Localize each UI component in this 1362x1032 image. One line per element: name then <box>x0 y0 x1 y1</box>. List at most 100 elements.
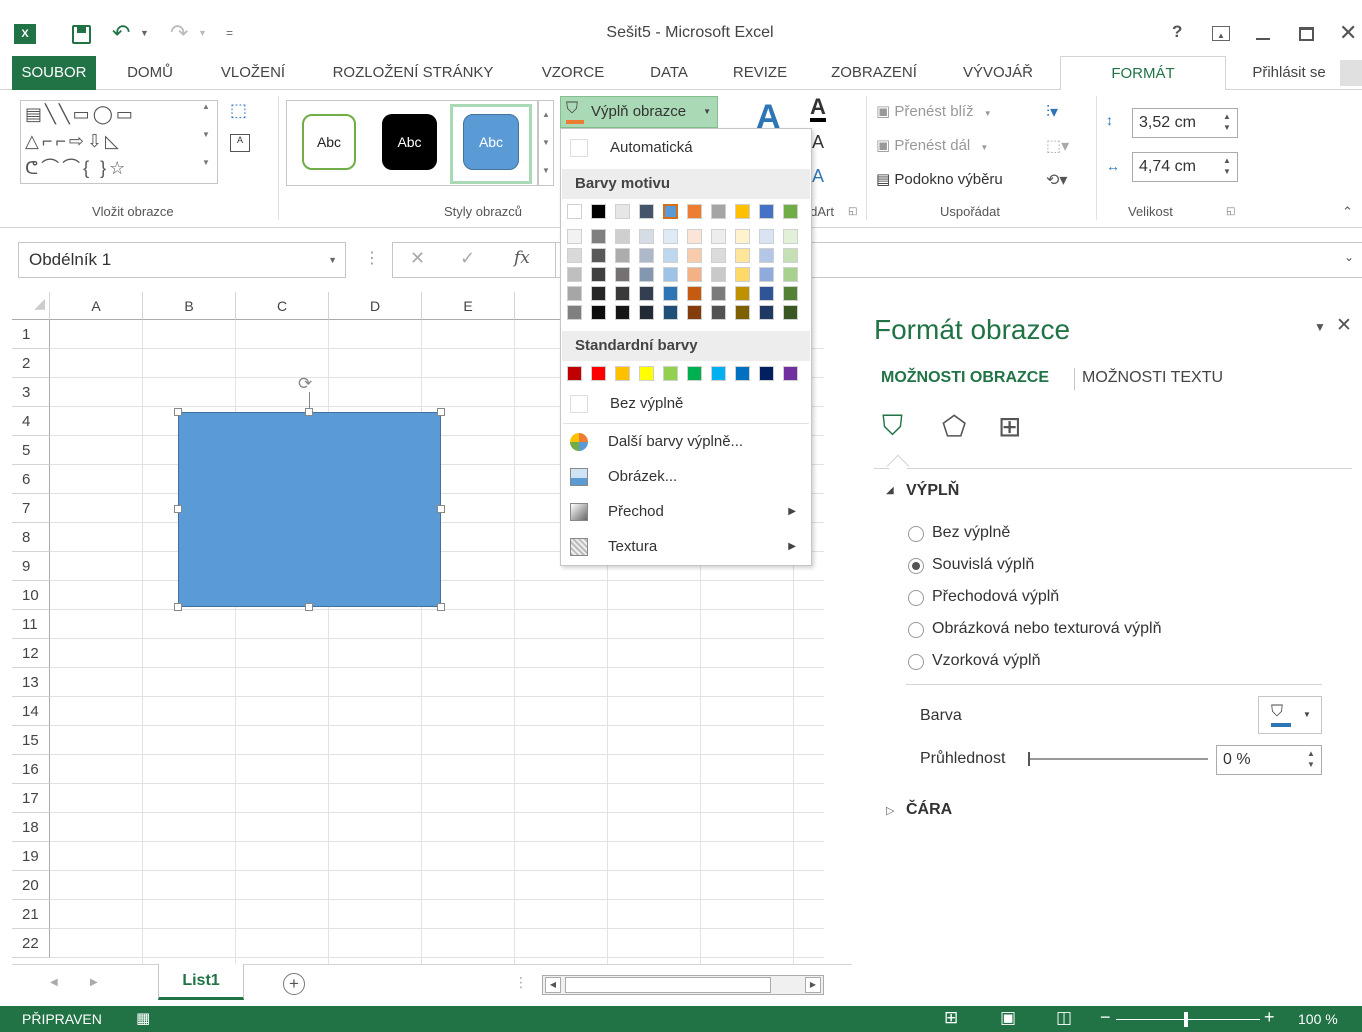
color-swatch[interactable] <box>759 248 774 263</box>
horizontal-scroll-thumb[interactable] <box>565 977 771 993</box>
transparency-input[interactable]: 0 % ▲ ▼ <box>1216 745 1322 775</box>
color-swatch[interactable] <box>639 248 654 263</box>
cancel-icon[interactable]: ✕ <box>410 248 425 269</box>
menu-item-no-fill[interactable]: Bez výplně <box>562 387 810 421</box>
row-header[interactable]: 15 <box>12 726 50 755</box>
radio-pattern-fill[interactable] <box>908 654 924 670</box>
color-swatch[interactable] <box>662 203 679 220</box>
macro-recording-icon[interactable]: ▦ <box>136 1009 150 1027</box>
color-swatch[interactable] <box>735 305 750 320</box>
color-swatch[interactable] <box>663 229 678 244</box>
color-swatch[interactable] <box>615 204 630 219</box>
row-header[interactable]: 18 <box>12 813 50 842</box>
row-header[interactable]: 7 <box>12 494 50 523</box>
select-all-corner[interactable]: ◢ <box>12 292 50 320</box>
color-swatch[interactable] <box>759 305 774 320</box>
tab-home[interactable]: DOMŮ <box>110 56 190 90</box>
close-icon[interactable]: ✕ <box>1339 20 1357 46</box>
user-avatar[interactable] <box>1340 60 1362 86</box>
tab-review[interactable]: REVIZE <box>720 56 800 90</box>
row-header[interactable]: 9 <box>12 552 50 581</box>
tab-format[interactable]: FORMÁT <box>1060 56 1226 91</box>
column-header[interactable]: D <box>329 292 422 320</box>
transparency-slider[interactable] <box>1028 752 1208 766</box>
menu-item-automatic[interactable]: Automatická <box>562 131 810 165</box>
menu-item-texture[interactable]: Textura ▶ <box>562 530 810 564</box>
selection-pane-button[interactable]: ▤ Podokno výběru <box>876 170 1003 188</box>
zoom-slider[interactable] <box>1116 1012 1260 1027</box>
effects-icon[interactable]: ⬠ <box>942 410 966 443</box>
radio-no-fill-label[interactable]: Bez výplně <box>932 524 1010 542</box>
normal-view-icon[interactable]: ⊞ <box>944 1008 958 1028</box>
color-swatch[interactable] <box>615 305 630 320</box>
resize-handle[interactable] <box>437 603 445 611</box>
formula-bar-dots-icon[interactable]: ⋮ <box>364 248 380 268</box>
color-swatch[interactable] <box>639 267 654 282</box>
dialog-launcher-icon[interactable]: ◱ <box>1226 206 1235 217</box>
align-icon[interactable]: ⫶▾ <box>1046 102 1058 122</box>
row-header[interactable]: 4 <box>12 407 50 436</box>
color-swatch[interactable] <box>711 229 726 244</box>
sign-in-link[interactable]: Přihlásit se <box>1238 56 1340 90</box>
prev-sheet-icon[interactable]: ◀ <box>50 977 58 988</box>
dialog-launcher-icon[interactable]: ◱ <box>848 206 857 217</box>
pane-close-icon[interactable]: ✕ <box>1336 314 1352 337</box>
tab-formulas[interactable]: VZORCE <box>528 56 618 90</box>
zoom-in-icon[interactable]: + <box>1264 1007 1275 1028</box>
color-swatch[interactable] <box>687 229 702 244</box>
text-effects-icon[interactable]: A <box>812 166 824 187</box>
rectangle-shape[interactable] <box>178 412 441 607</box>
rotate-handle-icon[interactable]: ⟳ <box>298 374 312 394</box>
color-swatch[interactable] <box>567 204 582 219</box>
style-thumb-outline[interactable]: Abc <box>302 114 356 170</box>
column-header[interactable]: C <box>236 292 329 320</box>
row-header[interactable]: 19 <box>12 842 50 871</box>
text-box-icon[interactable]: A <box>230 134 250 152</box>
width-spinner-icon[interactable]: ▲ ▼ <box>1221 155 1233 177</box>
color-swatch[interactable] <box>615 366 630 381</box>
color-swatch[interactable] <box>567 248 582 263</box>
color-swatch[interactable] <box>591 229 606 244</box>
fill-color-picker-button[interactable]: ⛉ ▼ <box>1258 696 1322 734</box>
redo-dropdown-icon[interactable]: ▼ <box>198 28 207 38</box>
column-header[interactable]: A <box>50 292 143 320</box>
radio-pattern-fill-label[interactable]: Vzorková výplň <box>932 652 1041 670</box>
color-swatch[interactable] <box>711 248 726 263</box>
tab-page-layout[interactable]: ROZLOŽENÍ STRÁNKY <box>318 56 508 90</box>
radio-picture-fill-label[interactable]: Obrázková nebo texturová výplň <box>932 620 1161 638</box>
tab-file[interactable]: SOUBOR <box>12 56 96 90</box>
color-swatch[interactable] <box>711 366 726 381</box>
column-header[interactable]: B <box>143 292 236 320</box>
tab-shape-options[interactable]: MOŽNOSTI OBRAZCE <box>881 369 1049 387</box>
text-color-icon[interactable]: A <box>810 96 826 122</box>
next-sheet-icon[interactable]: ▶ <box>90 977 98 988</box>
sheet-tab-list1[interactable]: List1 <box>158 964 244 1000</box>
color-swatch[interactable] <box>759 366 774 381</box>
color-swatch[interactable] <box>591 366 606 381</box>
color-swatch[interactable] <box>735 204 750 219</box>
page-layout-view-icon[interactable]: ▣ <box>1000 1008 1016 1028</box>
styles-scroll-icon[interactable]: ▲ ▼ ▼ <box>538 100 554 186</box>
radio-gradient-fill-label[interactable]: Přechodová výplň <box>932 588 1059 606</box>
pane-options-icon[interactable]: ▼ <box>1314 320 1326 334</box>
color-swatch[interactable] <box>639 229 654 244</box>
resize-handle[interactable] <box>174 505 182 513</box>
shapes-gallery[interactable]: ▤╲╲▭◯▭ △⌐⌐⇨⇩◺ ᕦ⌒⌒{ }☆ <box>20 100 218 184</box>
expand-formula-bar-icon[interactable]: ⌄ <box>1344 250 1354 264</box>
color-swatch[interactable] <box>759 286 774 301</box>
column-header[interactable]: E <box>422 292 515 320</box>
fill-section-header[interactable]: VÝPLŇ <box>906 482 959 500</box>
color-swatch[interactable] <box>687 366 702 381</box>
chevron-down-icon[interactable]: ▼ <box>328 243 337 277</box>
resize-handle[interactable] <box>174 408 182 416</box>
text-outline-icon[interactable]: A <box>812 132 824 153</box>
color-swatch[interactable] <box>639 366 654 381</box>
undo-icon[interactable]: ↶ <box>112 20 130 46</box>
row-header[interactable]: 6 <box>12 465 50 494</box>
row-header[interactable]: 2 <box>12 349 50 378</box>
color-swatch[interactable] <box>615 229 630 244</box>
color-swatch[interactable] <box>687 286 702 301</box>
row-header[interactable]: 13 <box>12 668 50 697</box>
color-swatch[interactable] <box>783 204 798 219</box>
color-swatch[interactable] <box>783 286 798 301</box>
